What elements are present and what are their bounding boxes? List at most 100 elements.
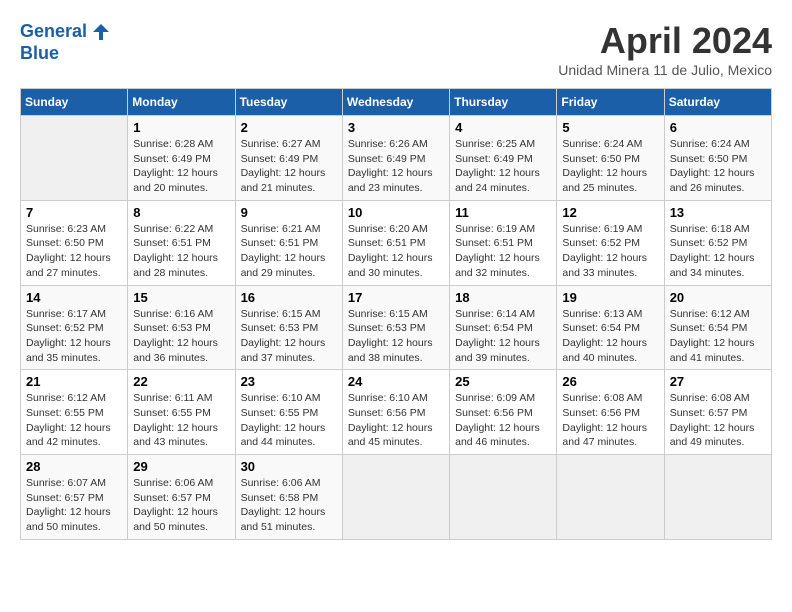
- calendar-cell: 17Sunrise: 6:15 AM Sunset: 6:53 PM Dayli…: [342, 285, 449, 370]
- calendar-cell: 30 Sunrise: 6:06 AM Sunset: 6:58 PM Dayli…: [235, 455, 342, 540]
- day-number: 23: [241, 374, 337, 389]
- day-number: 10: [348, 205, 444, 220]
- weekday-header-thursday: Thursday: [450, 89, 557, 116]
- weekday-header-wednesday: Wednesday: [342, 89, 449, 116]
- calendar-cell: 26 Sunrise: 6:08 AM Sunset: 6:56 PM Dayli…: [557, 370, 664, 455]
- calendar-cell: 3Sunrise: 6:26 AM Sunset: 6:49 PM Daylig…: [342, 116, 449, 201]
- calendar-cell: 14 Sunrise: 6:17 AM Sunset: 6:52 PM Dayli…: [21, 285, 128, 370]
- page-header: General Blue April 2024 Unidad Minera 11…: [20, 20, 772, 78]
- day-number: 29: [133, 459, 229, 474]
- day-number: 18: [455, 290, 551, 305]
- day-detail: Sunrise: 6:12 AM Sunset: 6:54 PM Dayligh…: [670, 308, 755, 364]
- day-detail: Sunrise: 6:22 AM Sunset: 6:51 PM Dayligh…: [133, 223, 218, 279]
- day-number: 21: [26, 374, 122, 389]
- calendar-cell: 9 Sunrise: 6:21 AM Sunset: 6:51 PM Daylig…: [235, 200, 342, 285]
- day-detail: Sunrise: 6:25 AM Sunset: 6:49 PM Dayligh…: [455, 138, 540, 194]
- weekday-header-friday: Friday: [557, 89, 664, 116]
- calendar-cell: 24Sunrise: 6:10 AM Sunset: 6:56 PM Dayli…: [342, 370, 449, 455]
- day-detail: Sunrise: 6:11 AM Sunset: 6:55 PM Dayligh…: [133, 392, 218, 448]
- weekday-header-tuesday: Tuesday: [235, 89, 342, 116]
- calendar-table: SundayMondayTuesdayWednesdayThursdayFrid…: [20, 88, 772, 540]
- day-number: 9: [241, 205, 337, 220]
- day-number: 5: [562, 120, 658, 135]
- calendar-cell: 11Sunrise: 6:19 AM Sunset: 6:51 PM Dayli…: [450, 200, 557, 285]
- day-number: 28: [26, 459, 122, 474]
- calendar-cell: 8 Sunrise: 6:22 AM Sunset: 6:51 PM Daylig…: [128, 200, 235, 285]
- day-detail: Sunrise: 6:15 AM Sunset: 6:53 PM Dayligh…: [348, 308, 433, 364]
- calendar-cell: 15 Sunrise: 6:16 AM Sunset: 6:53 PM Dayli…: [128, 285, 235, 370]
- title-area: April 2024 Unidad Minera 11 de Julio, Me…: [558, 20, 772, 78]
- day-detail: Sunrise: 6:17 AM Sunset: 6:52 PM Dayligh…: [26, 308, 111, 364]
- calendar-cell: 4 Sunrise: 6:25 AM Sunset: 6:49 PM Daylig…: [450, 116, 557, 201]
- day-number: 24: [348, 374, 444, 389]
- day-detail: Sunrise: 6:06 AM Sunset: 6:58 PM Dayligh…: [241, 477, 326, 533]
- day-detail: Sunrise: 6:14 AM Sunset: 6:54 PM Dayligh…: [455, 308, 540, 364]
- month-title: April 2024: [558, 20, 772, 62]
- day-detail: Sunrise: 6:24 AM Sunset: 6:50 PM Dayligh…: [562, 138, 647, 194]
- day-number: 14: [26, 290, 122, 305]
- day-number: 1: [133, 120, 229, 135]
- calendar-cell: [664, 455, 771, 540]
- calendar-cell: [557, 455, 664, 540]
- day-number: 4: [455, 120, 551, 135]
- calendar-cell: 1 Sunrise: 6:28 AM Sunset: 6:49 PM Daylig…: [128, 116, 235, 201]
- calendar-week-row: 14 Sunrise: 6:17 AM Sunset: 6:52 PM Dayli…: [21, 285, 772, 370]
- day-detail: Sunrise: 6:06 AM Sunset: 6:57 PM Dayligh…: [133, 477, 218, 533]
- logo: General Blue: [20, 20, 113, 64]
- day-detail: Sunrise: 6:21 AM Sunset: 6:51 PM Dayligh…: [241, 223, 326, 279]
- day-number: 8: [133, 205, 229, 220]
- day-detail: Sunrise: 6:08 AM Sunset: 6:56 PM Dayligh…: [562, 392, 647, 448]
- day-detail: Sunrise: 6:28 AM Sunset: 6:49 PM Dayligh…: [133, 138, 218, 194]
- logo-icon: [89, 20, 113, 44]
- calendar-week-row: 21 Sunrise: 6:12 AM Sunset: 6:55 PM Dayli…: [21, 370, 772, 455]
- calendar-cell: 23 Sunrise: 6:10 AM Sunset: 6:55 PM Dayli…: [235, 370, 342, 455]
- calendar-cell: 28Sunrise: 6:07 AM Sunset: 6:57 PM Dayli…: [21, 455, 128, 540]
- day-detail: Sunrise: 6:09 AM Sunset: 6:56 PM Dayligh…: [455, 392, 540, 448]
- calendar-cell: 6 Sunrise: 6:24 AM Sunset: 6:50 PM Daylig…: [664, 116, 771, 201]
- day-number: 16: [241, 290, 337, 305]
- calendar-cell: 25 Sunrise: 6:09 AM Sunset: 6:56 PM Dayli…: [450, 370, 557, 455]
- day-detail: Sunrise: 6:18 AM Sunset: 6:52 PM Dayligh…: [670, 223, 755, 279]
- day-number: 30: [241, 459, 337, 474]
- day-detail: Sunrise: 6:23 AM Sunset: 6:50 PM Dayligh…: [26, 223, 111, 279]
- day-number: 20: [670, 290, 766, 305]
- calendar-cell: 29 Sunrise: 6:06 AM Sunset: 6:57 PM Dayli…: [128, 455, 235, 540]
- day-number: 22: [133, 374, 229, 389]
- calendar-cell: 7Sunrise: 6:23 AM Sunset: 6:50 PM Daylig…: [21, 200, 128, 285]
- day-detail: Sunrise: 6:27 AM Sunset: 6:49 PM Dayligh…: [241, 138, 326, 194]
- day-detail: Sunrise: 6:16 AM Sunset: 6:53 PM Dayligh…: [133, 308, 218, 364]
- calendar-week-row: 1 Sunrise: 6:28 AM Sunset: 6:49 PM Daylig…: [21, 116, 772, 201]
- logo-text: General Blue: [20, 20, 113, 64]
- day-detail: Sunrise: 6:20 AM Sunset: 6:51 PM Dayligh…: [348, 223, 433, 279]
- day-number: 6: [670, 120, 766, 135]
- day-detail: Sunrise: 6:08 AM Sunset: 6:57 PM Dayligh…: [670, 392, 755, 448]
- day-detail: Sunrise: 6:12 AM Sunset: 6:55 PM Dayligh…: [26, 392, 111, 448]
- calendar-cell: 2Sunrise: 6:27 AM Sunset: 6:49 PM Daylig…: [235, 116, 342, 201]
- calendar-week-row: 28Sunrise: 6:07 AM Sunset: 6:57 PM Dayli…: [21, 455, 772, 540]
- calendar-cell: 27 Sunrise: 6:08 AM Sunset: 6:57 PM Dayli…: [664, 370, 771, 455]
- weekday-header-row: SundayMondayTuesdayWednesdayThursdayFrid…: [21, 89, 772, 116]
- day-number: 15: [133, 290, 229, 305]
- calendar-cell: 12Sunrise: 6:19 AM Sunset: 6:52 PM Dayli…: [557, 200, 664, 285]
- weekday-header-monday: Monday: [128, 89, 235, 116]
- day-detail: Sunrise: 6:10 AM Sunset: 6:55 PM Dayligh…: [241, 392, 326, 448]
- calendar-cell: 22 Sunrise: 6:11 AM Sunset: 6:55 PM Dayli…: [128, 370, 235, 455]
- calendar-cell: [342, 455, 449, 540]
- day-detail: Sunrise: 6:26 AM Sunset: 6:49 PM Dayligh…: [348, 138, 433, 194]
- day-number: 27: [670, 374, 766, 389]
- day-number: 26: [562, 374, 658, 389]
- location: Unidad Minera 11 de Julio, Mexico: [558, 62, 772, 78]
- calendar-cell: 18 Sunrise: 6:14 AM Sunset: 6:54 PM Dayli…: [450, 285, 557, 370]
- day-number: 19: [562, 290, 658, 305]
- calendar-cell: [450, 455, 557, 540]
- day-detail: Sunrise: 6:15 AM Sunset: 6:53 PM Dayligh…: [241, 308, 326, 364]
- day-number: 25: [455, 374, 551, 389]
- day-detail: Sunrise: 6:24 AM Sunset: 6:50 PM Dayligh…: [670, 138, 755, 194]
- day-detail: Sunrise: 6:13 AM Sunset: 6:54 PM Dayligh…: [562, 308, 647, 364]
- calendar-cell: [21, 116, 128, 201]
- day-detail: Sunrise: 6:19 AM Sunset: 6:52 PM Dayligh…: [562, 223, 647, 279]
- weekday-header-sunday: Sunday: [21, 89, 128, 116]
- weekday-header-saturday: Saturday: [664, 89, 771, 116]
- day-detail: Sunrise: 6:19 AM Sunset: 6:51 PM Dayligh…: [455, 223, 540, 279]
- calendar-cell: 13Sunrise: 6:18 AM Sunset: 6:52 PM Dayli…: [664, 200, 771, 285]
